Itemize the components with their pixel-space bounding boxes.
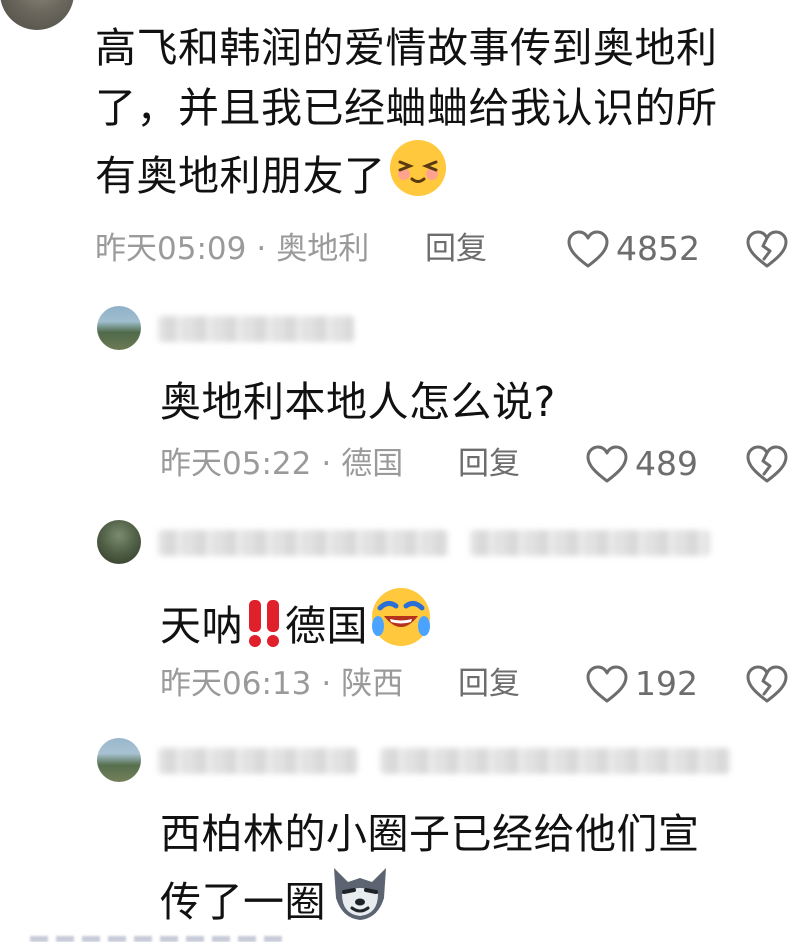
reply-button[interactable]: 回复 [458, 664, 520, 704]
like-button[interactable]: 489 [585, 444, 698, 484]
avatar[interactable] [97, 520, 141, 564]
reply-text: 奥地利本地人怎么说? [160, 378, 556, 426]
meta-separator: · [256, 231, 267, 267]
reply-text: 天呐 德国 [160, 586, 432, 664]
comment-meta: 昨天05:09 · 奥地利 [95, 229, 369, 269]
meta-separator: · [321, 666, 332, 702]
avatar[interactable] [97, 306, 141, 350]
reply-to-username-blurred[interactable] [380, 748, 730, 774]
comment-line: 西柏林的小圈子已经给他们宣 [160, 810, 700, 858]
comment-line-text: 有奥地利朋友了 [95, 152, 386, 200]
comment-time: 昨天06:13 [160, 666, 312, 702]
double-exclamation-icon [245, 596, 285, 664]
heart-icon [566, 229, 610, 269]
comment-time: 昨天05:09 [95, 231, 247, 267]
comment-line: 了，并且我已经蛐蛐给我认识的所 [95, 84, 718, 132]
meta-separator: · [321, 446, 332, 482]
comment-location: 奥地利 [276, 231, 370, 267]
broken-heart-icon [745, 665, 789, 709]
like-button[interactable]: 192 [585, 664, 698, 704]
reply-button[interactable]: 回复 [425, 229, 487, 269]
like-count: 489 [635, 444, 698, 483]
heart-icon [585, 444, 629, 484]
comment-location: 陕西 [341, 666, 404, 702]
broken-heart-icon [745, 445, 789, 489]
blushing-face-icon [388, 138, 448, 214]
dislike-button[interactable] [745, 443, 789, 485]
reply-text: 西柏林的小圈子已经给他们宣 传了一圈 [160, 804, 700, 940]
like-button[interactable]: 4852 [566, 229, 700, 269]
avatar[interactable] [97, 738, 141, 782]
avatar[interactable] [0, 0, 74, 30]
like-count: 192 [635, 664, 698, 703]
reply-to-username-blurred[interactable] [470, 530, 710, 556]
comment-line-text: 传了一圈 [160, 878, 326, 926]
like-count: 4852 [616, 229, 700, 268]
username-blurred[interactable] [158, 530, 448, 556]
username-blurred[interactable] [158, 748, 358, 774]
comment-meta: 昨天06:13 · 陕西 [160, 664, 403, 704]
crying-laughing-face-icon [370, 586, 432, 664]
comment-text: 高飞和韩润的爱情故事传到奥地利 了，并且我已经蛐蛐给我认识的所 有奥地利朋友了 [95, 18, 718, 214]
cropped-next-row [30, 936, 290, 942]
heart-icon [585, 664, 629, 704]
dislike-button[interactable] [745, 228, 789, 270]
wolf-face-icon [328, 864, 392, 940]
comment-line: 传了一圈 [160, 864, 700, 940]
comment-line: 有奥地利朋友了 [95, 138, 718, 214]
reply-text-part: 天呐 [160, 602, 243, 650]
comment-line: 高飞和韩润的爱情故事传到奥地利 [95, 24, 718, 72]
comment-location: 德国 [341, 446, 404, 482]
broken-heart-icon [745, 230, 789, 274]
reply-text-part: 德国 [285, 602, 368, 650]
comment-time: 昨天05:22 [160, 446, 312, 482]
reply-button[interactable]: 回复 [458, 444, 520, 484]
username-blurred[interactable] [158, 316, 354, 342]
comment-meta: 昨天05:22 · 德国 [160, 444, 403, 484]
dislike-button[interactable] [745, 663, 789, 705]
